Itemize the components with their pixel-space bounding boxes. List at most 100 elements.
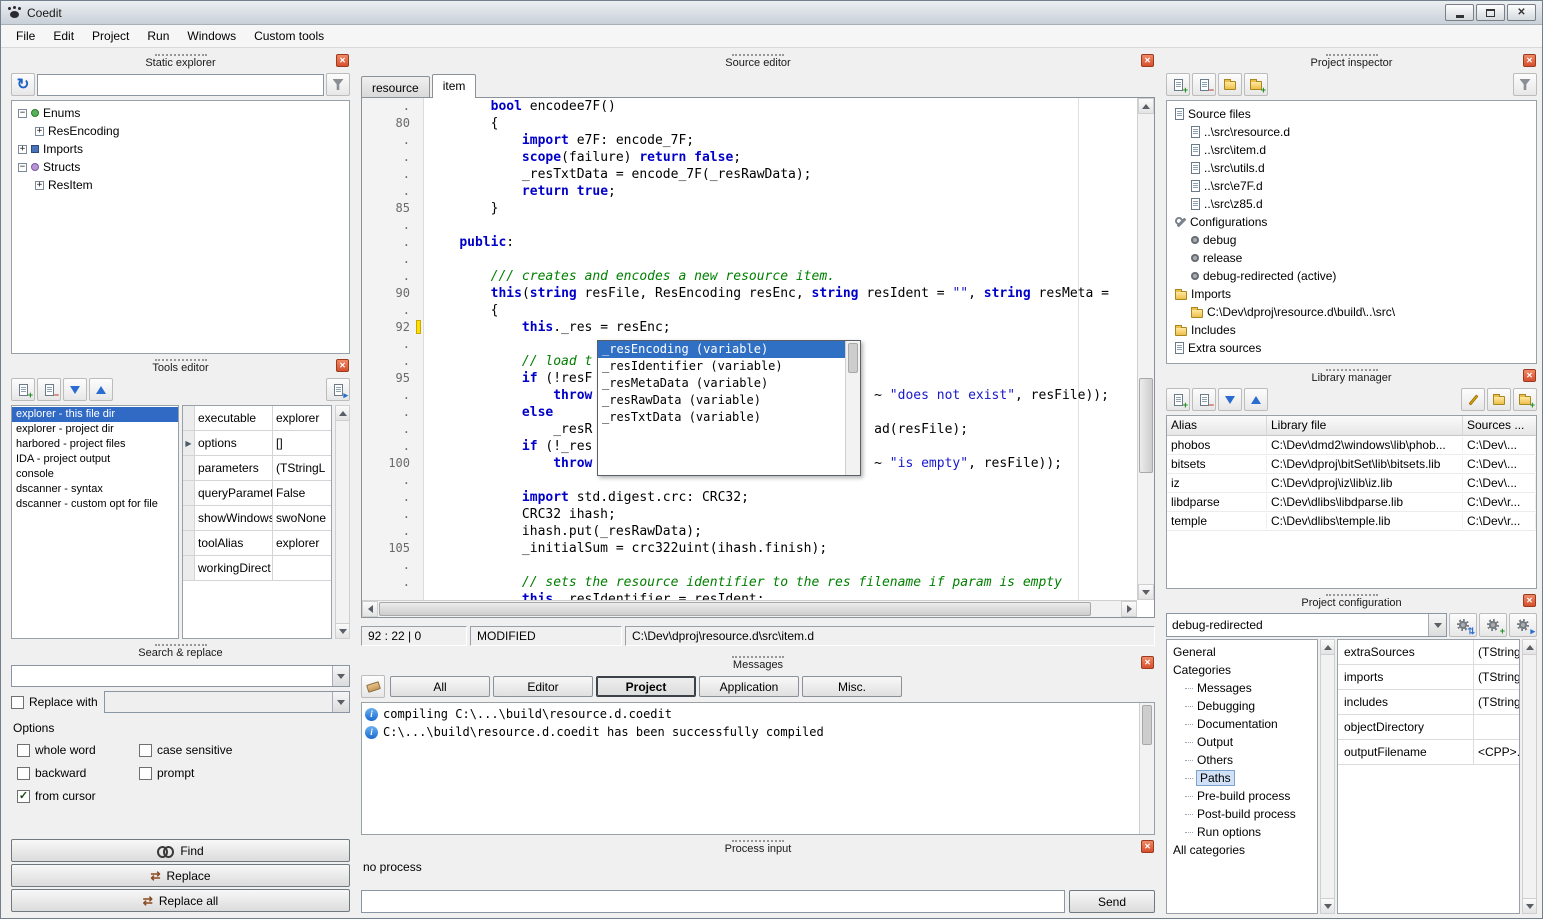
remove-library-button[interactable]: − bbox=[1192, 388, 1216, 411]
replace-all-button[interactable]: ⇄Replace all bbox=[11, 889, 350, 912]
message-entry[interactable]: icompiling C:\...\build\resource.d.coedi… bbox=[362, 705, 1154, 723]
code-line[interactable]: . bbox=[362, 217, 1137, 234]
code-line[interactable]: . ihash.put(_resRawData); bbox=[362, 523, 1137, 540]
panel-close-button[interactable]: ✕ bbox=[336, 359, 349, 372]
property-value[interactable]: (TStringL bbox=[1474, 690, 1519, 714]
scroll-up-button[interactable] bbox=[1523, 640, 1536, 655]
property-row[interactable]: ▶options[] bbox=[183, 431, 331, 456]
menu-item-file[interactable]: File bbox=[7, 26, 44, 46]
scroll-right-button[interactable] bbox=[1121, 601, 1137, 617]
config-property-row[interactable]: outputFilename<CPP>..\ bbox=[1338, 740, 1519, 765]
tools-grid-scrollbar[interactable] bbox=[335, 405, 350, 639]
filter-button[interactable] bbox=[326, 73, 350, 96]
panel-close-button[interactable]: ✕ bbox=[1523, 594, 1536, 607]
category-item[interactable]: Pre-build process bbox=[1167, 787, 1317, 805]
add-library-button[interactable]: + bbox=[1166, 388, 1190, 411]
property-value[interactable]: (TStringL bbox=[1474, 640, 1519, 664]
symbol-tree-item[interactable]: −Enums bbox=[12, 104, 349, 122]
checkbox-prompt[interactable]: prompt bbox=[139, 766, 352, 780]
remove-tool-button[interactable]: − bbox=[37, 378, 61, 401]
property-row[interactable]: parameters(TStringL bbox=[183, 456, 331, 481]
properties-scrollbar[interactable] bbox=[1522, 639, 1537, 914]
config-property-row[interactable]: extraSources(TStringL bbox=[1338, 640, 1519, 665]
library-row[interactable]: libdparseC:\Dev\dlibs\libdparse.libC:\De… bbox=[1167, 493, 1536, 512]
library-row[interactable]: izC:\Dev\dproj\iz\lib\iz.libC:\Dev\... bbox=[1167, 474, 1536, 493]
category-item[interactable]: Messages bbox=[1167, 679, 1317, 697]
search-term-combo[interactable] bbox=[11, 665, 350, 687]
completion-item[interactable]: _resIdentifier (variable) bbox=[598, 358, 845, 375]
property-value[interactable]: <CPP>..\ bbox=[1474, 740, 1519, 764]
library-column-header[interactable]: Alias bbox=[1167, 416, 1267, 435]
add-configuration-button[interactable]: + bbox=[1479, 613, 1507, 637]
category-item[interactable]: Paths bbox=[1167, 769, 1317, 787]
library-row[interactable]: bitsetsC:\Dev\dproj\bitSet\lib\bitsets.l… bbox=[1167, 455, 1536, 474]
add-tool-button[interactable]: + bbox=[11, 378, 35, 401]
editor-vertical-scrollbar[interactable] bbox=[1137, 98, 1154, 600]
checkbox-from-cursor[interactable]: ✓from cursor bbox=[17, 789, 139, 803]
code-line[interactable]: . { bbox=[362, 302, 1137, 319]
category-item[interactable]: Run options bbox=[1167, 823, 1317, 841]
category-item[interactable]: Categories bbox=[1167, 661, 1317, 679]
project-tree-item[interactable]: ..\src\e7F.d bbox=[1167, 177, 1536, 195]
code-line[interactable]: . bbox=[362, 557, 1137, 574]
category-item[interactable]: Debugging bbox=[1167, 697, 1317, 715]
checkbox-whole-word[interactable]: whole word bbox=[17, 743, 139, 757]
code-line[interactable]: . this._resIdentifier = resIdent; bbox=[362, 591, 1137, 600]
scroll-down-button[interactable] bbox=[336, 623, 349, 638]
completion-item[interactable]: _resTxtData (variable) bbox=[598, 409, 845, 426]
expand-plus-icon[interactable]: + bbox=[35, 127, 44, 136]
project-configuration-header[interactable]: Project configuration ✕ bbox=[1164, 591, 1539, 611]
clear-messages-button[interactable] bbox=[361, 675, 385, 698]
menu-item-project[interactable]: Project bbox=[83, 26, 138, 46]
completion-item[interactable]: _resEncoding (variable) bbox=[598, 341, 845, 358]
replace-term-combo[interactable] bbox=[104, 691, 350, 713]
tool-list-item[interactable]: IDA - project output bbox=[12, 452, 178, 467]
dropdown-button[interactable] bbox=[332, 692, 349, 712]
clone-configuration-button[interactable]: ▸ bbox=[1509, 613, 1537, 637]
project-tree-item[interactable]: ..\src\z85.d bbox=[1167, 195, 1536, 213]
property-row[interactable]: workingDirect bbox=[183, 556, 331, 581]
select-sources-folder-button[interactable]: + bbox=[1513, 388, 1537, 411]
expand-plus-icon[interactable]: + bbox=[35, 181, 44, 190]
panel-close-button[interactable]: ✕ bbox=[1141, 840, 1154, 853]
symbol-tree-item[interactable]: +ResEncoding bbox=[12, 122, 349, 140]
completion-scrollbar[interactable] bbox=[845, 341, 860, 475]
add-folder-button[interactable] bbox=[1218, 73, 1242, 96]
replace-button[interactable]: ⇄Replace bbox=[11, 864, 350, 887]
library-manager-header[interactable]: Library manager ✕ bbox=[1164, 366, 1539, 386]
category-item[interactable]: Output bbox=[1167, 733, 1317, 751]
code-line[interactable]: . scope(failure) return false; bbox=[362, 149, 1137, 166]
code-line[interactable]: 90 this(string resFile, ResEncoding resE… bbox=[362, 285, 1137, 302]
library-column-header[interactable]: Sources ... bbox=[1463, 416, 1536, 435]
code-area[interactable]: . bool encodee7F()80 {. import e7F: enco… bbox=[362, 98, 1137, 600]
project-tree-item[interactable]: Extra sources bbox=[1167, 339, 1536, 357]
scroll-thumb[interactable] bbox=[1142, 705, 1152, 745]
project-tree-item[interactable]: release bbox=[1167, 249, 1536, 267]
tab-item[interactable]: item bbox=[432, 74, 477, 98]
code-line[interactable]: 92 this._res = resEnc; bbox=[362, 319, 1137, 336]
config-property-row[interactable]: includes(TStringL bbox=[1338, 690, 1519, 715]
project-tree-item[interactable]: debug bbox=[1167, 231, 1536, 249]
property-value[interactable]: explorer bbox=[273, 531, 331, 555]
configuration-selector[interactable]: debug-redirected bbox=[1166, 613, 1447, 637]
config-property-row[interactable]: imports(TStringL bbox=[1338, 665, 1519, 690]
code-line[interactable]: . // sets the resource identifier to the… bbox=[362, 574, 1137, 591]
expand-plus-icon[interactable]: + bbox=[18, 145, 27, 154]
scroll-thumb[interactable] bbox=[1139, 378, 1153, 473]
project-inspector-header[interactable]: Project inspector ✕ bbox=[1164, 51, 1539, 71]
category-item[interactable]: Documentation bbox=[1167, 715, 1317, 733]
tool-list-item[interactable]: dscanner - custom opt for file bbox=[12, 497, 178, 512]
library-column-header[interactable]: Library file bbox=[1267, 416, 1463, 435]
scroll-thumb[interactable] bbox=[848, 343, 858, 373]
tool-list-item[interactable]: dscanner - syntax bbox=[12, 482, 178, 497]
inspector-filter-button[interactable] bbox=[1513, 73, 1537, 96]
editor[interactable]: . bool encodee7F()80 {. import e7F: enco… bbox=[361, 97, 1155, 618]
menu-item-run[interactable]: Run bbox=[138, 26, 178, 46]
messages-filter-project[interactable]: Project bbox=[596, 676, 696, 697]
tab-resource[interactable]: resource bbox=[361, 76, 430, 98]
remove-source-button[interactable]: − bbox=[1192, 73, 1216, 96]
messages-filter-all[interactable]: All bbox=[390, 676, 490, 697]
project-tree-item[interactable]: Source files bbox=[1167, 105, 1536, 123]
category-item[interactable]: General bbox=[1167, 643, 1317, 661]
code-line[interactable]: . CRC32 ihash; bbox=[362, 506, 1137, 523]
